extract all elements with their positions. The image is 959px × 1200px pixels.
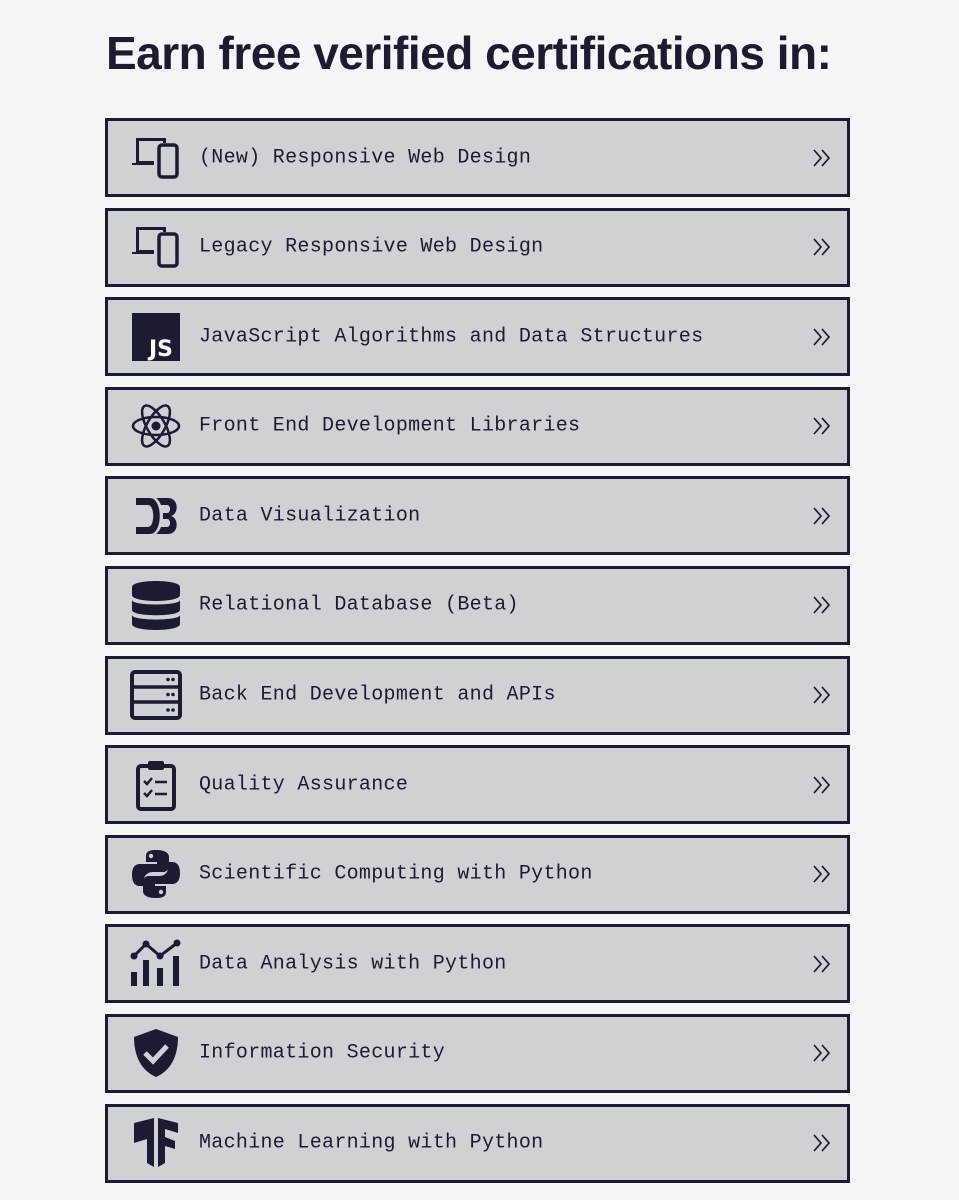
cert-link-machine-learning-python[interactable]: Machine Learning with Python	[105, 1103, 850, 1183]
double-chevron-right-icon	[811, 415, 833, 437]
svg-text:JS: JS	[147, 337, 173, 362]
cert-link-legacy-responsive-web-design[interactable]: Legacy Responsive Web Design	[105, 207, 850, 287]
double-chevron-right-icon	[811, 953, 833, 975]
cert-label: Machine Learning with Python	[199, 1131, 544, 1155]
responsive-design-icon	[130, 221, 182, 273]
cert-link-front-end-libraries[interactable]: Front End Development Libraries	[105, 386, 850, 466]
d3-icon	[130, 490, 182, 542]
double-chevron-right-icon	[811, 863, 833, 885]
double-chevron-right-icon	[811, 1132, 833, 1154]
cert-label: Relational Database (Beta)	[199, 593, 519, 617]
responsive-design-icon	[130, 132, 182, 184]
database-icon	[130, 579, 182, 631]
cert-label: Back End Development and APIs	[199, 683, 556, 707]
server-icon	[130, 669, 182, 721]
double-chevron-right-icon	[811, 236, 833, 258]
cert-link-data-analysis-python[interactable]: Data Analysis with Python	[105, 924, 850, 1004]
cert-label: Data Analysis with Python	[199, 952, 507, 976]
cert-label: Legacy Responsive Web Design	[199, 235, 544, 259]
clipboard-check-icon	[130, 759, 182, 811]
cert-label: JavaScript Algorithms and Data Structure…	[199, 325, 704, 349]
double-chevron-right-icon	[811, 774, 833, 796]
cert-label: Front End Development Libraries	[199, 414, 581, 438]
double-chevron-right-icon	[811, 594, 833, 616]
cert-label: (New) Responsive Web Design	[199, 146, 532, 169]
double-chevron-right-icon	[811, 1042, 833, 1064]
double-chevron-right-icon	[811, 147, 833, 169]
cert-label: Scientific Computing with Python	[199, 862, 593, 886]
certification-list: (New) Responsive Web Design Legacy Respo…	[105, 118, 850, 1193]
cert-link-scientific-computing-python[interactable]: Scientific Computing with Python	[105, 834, 850, 914]
tensorflow-icon	[130, 1117, 182, 1169]
cert-link-new-responsive-web-design[interactable]: (New) Responsive Web Design	[105, 118, 850, 197]
double-chevron-right-icon	[811, 326, 833, 348]
cert-link-javascript-algorithms[interactable]: JS JavaScript Algorithms and Data Struct…	[105, 297, 850, 377]
page-title: Earn free verified certifications in:	[106, 27, 832, 79]
cert-link-quality-assurance[interactable]: Quality Assurance	[105, 745, 850, 825]
double-chevron-right-icon	[811, 505, 833, 527]
cert-link-data-visualization[interactable]: Data Visualization	[105, 476, 850, 556]
python-icon	[130, 848, 182, 900]
analytics-chart-icon	[130, 938, 182, 990]
javascript-icon: JS	[130, 311, 182, 363]
cert-label: Information Security	[199, 1041, 446, 1065]
react-icon	[130, 400, 182, 452]
cert-label: Data Visualization	[199, 504, 421, 528]
cert-link-information-security[interactable]: Information Security	[105, 1013, 850, 1093]
double-chevron-right-icon	[811, 684, 833, 706]
cert-link-back-end-apis[interactable]: Back End Development and APIs	[105, 655, 850, 735]
cert-link-relational-database[interactable]: Relational Database (Beta)	[105, 565, 850, 645]
cert-label: Quality Assurance	[199, 773, 409, 797]
shield-check-icon	[130, 1027, 182, 1079]
